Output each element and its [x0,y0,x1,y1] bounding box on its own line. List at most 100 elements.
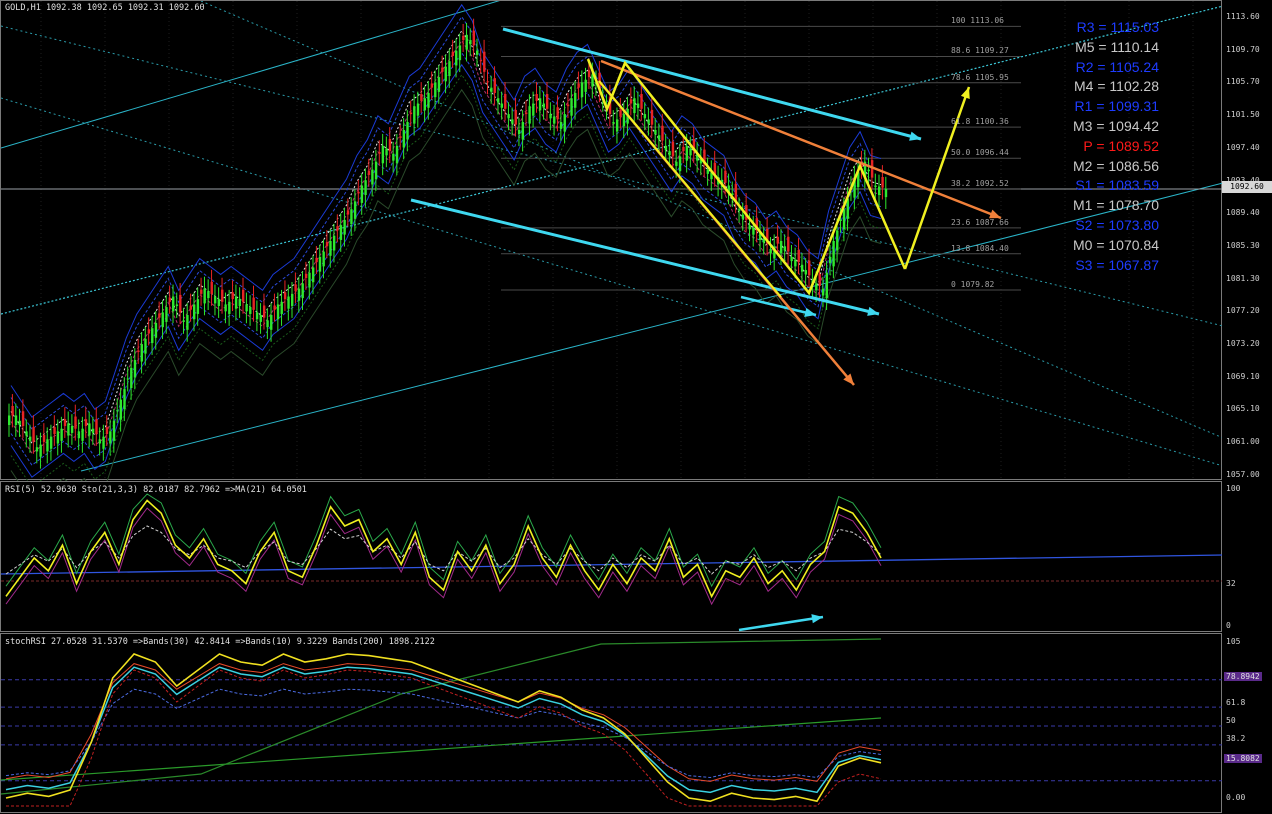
candle-body [311,267,315,283]
candle-body [741,214,745,219]
candle-body [413,106,416,124]
candle-body [636,103,640,108]
candle-body [60,428,63,441]
price-axis-tick: 1085.30 [1226,240,1260,250]
candle-body [353,201,357,219]
candle-body [130,367,133,388]
candle-body [207,291,210,299]
candle-body [682,146,685,152]
candle-body [779,241,783,254]
candle-body [53,427,56,434]
candle-body [654,129,657,135]
stochrsi-axis-tick: 50 [1226,716,1236,725]
rsi-divergence-arrow [738,615,824,632]
candle-body [224,304,227,312]
price-axis-tick: 1061.00 [1226,437,1260,447]
candle-body [228,301,231,314]
candle-body [84,419,88,427]
candle-body [828,256,832,264]
candle-body [14,415,18,425]
stochrsi-axis-tick: 0.00 [1226,793,1246,802]
candle-body [521,122,525,140]
candle-body [238,299,242,307]
candle-body [825,272,828,299]
candle-body [752,227,755,235]
candle-body [545,94,549,109]
candle-body [217,299,221,307]
candle-body [259,315,262,322]
candle-body [179,294,182,313]
candle-body [392,153,395,161]
candle-body [95,419,98,434]
stochrsi-chart [1,638,1223,807]
candle-body [67,423,70,436]
candle-body [91,428,95,433]
candle-body [678,156,682,172]
candle-body [574,92,577,108]
candle-body [794,259,797,267]
candle-body [158,313,161,318]
candle-body [538,98,542,111]
candle-body [818,273,821,286]
candle-body [787,236,790,252]
candle-body [493,78,496,93]
candle-body [483,51,486,72]
candle-body [511,119,514,124]
rsi-axis-tick: 100 [1226,484,1241,493]
candle-body [451,51,455,56]
candle-body [465,34,468,50]
candle-body [161,312,164,328]
candle-body [622,114,626,127]
candle-body [399,136,402,138]
price-chart [1,1,1223,481]
candle-body [123,389,126,410]
candle-body [388,138,392,152]
candle-body [189,305,192,310]
price-chart-pane[interactable]: GOLD,H1 1092.38 1092.65 1092.31 1092.60 … [0,0,1223,481]
candle-body [724,170,727,183]
candle-body [116,410,119,412]
candle-body [133,359,137,378]
candle-body [255,312,259,320]
candle-body [671,141,675,157]
candle-body [800,264,804,272]
candle-body [776,236,779,244]
candle-body [49,436,53,449]
candle-body [867,169,870,172]
candle-body [675,161,678,166]
rsi-axis-tick: 0 [1226,621,1231,630]
price-axis: 1113.60 1109.70 1105.70 1101.50 1097.40 1093.… [1222,0,1272,480]
candle-body [119,399,123,420]
candle-body [549,114,552,119]
rsi-header: RSI(5) 52.9630 Sto(21,3,3) 82.0187 82.79… [5,485,307,495]
candle-body [144,338,147,354]
price-axis-tick: 1069.10 [1226,371,1260,381]
candle-body [444,66,447,82]
candle-body [322,251,325,267]
candle-body [74,416,77,429]
candle-body [689,148,692,156]
candle-body [102,436,105,449]
stochrsi-level-box: 78.8942 [1224,672,1262,681]
stochrsi-pane[interactable]: stochRSI 27.0528 31.5370 =>Bands(30) 42.… [0,633,1223,813]
candle-body [395,145,399,164]
pivot-level-label: S3 = 1067.87 [1075,256,1159,273]
candle-body [360,185,364,203]
candle-body [336,226,339,231]
rsi-pane[interactable]: RSI(5) 52.9630 Sto(21,3,3) 82.0187 82.79… [0,481,1223,632]
candle-body [615,119,619,132]
ma-green [10,73,882,481]
fib-level-label: 50.0 1096.44 [951,148,1009,158]
candle-body [175,304,179,307]
candle-body [706,169,710,174]
candle-body [462,35,465,41]
candle-body [563,114,566,132]
candle-body [385,148,388,156]
candle-body [105,427,109,434]
candle-body [25,431,28,436]
candle-body [664,145,668,151]
fib-level-label: 38.2 1092.52 [951,179,1009,189]
candle-body [203,288,206,304]
candle-body [434,82,437,98]
candle-body [28,436,32,441]
